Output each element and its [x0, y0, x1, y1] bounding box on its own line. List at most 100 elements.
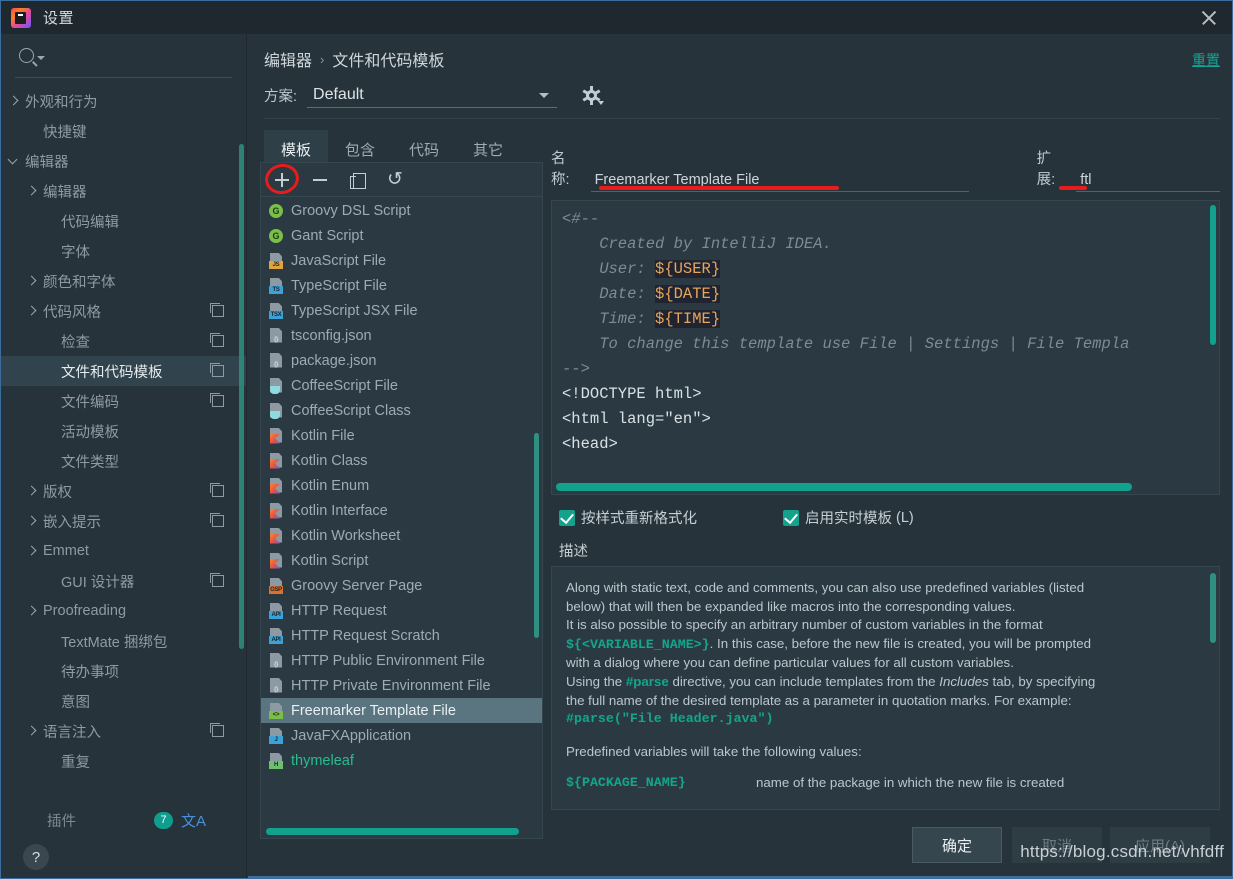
- reformat-checkbox[interactable]: [559, 509, 575, 526]
- sidebar-item-1[interactable]: 快捷键: [1, 116, 246, 146]
- revert-template-button[interactable]: ↺: [387, 170, 403, 189]
- html-file-icon: H: [269, 752, 285, 769]
- sidebar-scrollbar[interactable]: [239, 144, 244, 649]
- sidebar-item-4[interactable]: 代码编辑: [1, 206, 246, 236]
- copy-indicator-icon: [209, 722, 224, 737]
- template-list-vscrollbar[interactable]: [534, 433, 539, 638]
- chevron-right-icon[interactable]: [25, 724, 39, 738]
- sidebar-item-20[interactable]: 意图: [1, 686, 246, 716]
- desc-line-6-c: tab, by specifying: [988, 673, 1096, 689]
- template-list-item[interactable]: TS TypeScript File: [261, 273, 542, 298]
- sidebar-item-15[interactable]: Emmet: [1, 536, 246, 566]
- add-template-button[interactable]: [273, 171, 291, 189]
- sidebar-item-19[interactable]: 待办事项: [1, 656, 246, 686]
- sidebar-item-9[interactable]: 文件和代码模板: [1, 356, 246, 386]
- sidebar-item-14[interactable]: 嵌入提示: [1, 506, 246, 536]
- template-code-editor[interactable]: <#-- Created by IntelliJ IDEA. User: ${U…: [551, 200, 1220, 495]
- search-input[interactable]: [51, 48, 232, 63]
- template-list-item[interactable]: G Gant Script: [261, 223, 542, 248]
- chevron-right-icon[interactable]: [25, 184, 39, 198]
- sidebar-item-18[interactable]: TextMate 捆绑包: [1, 626, 246, 656]
- sidebar-item-8[interactable]: 检查: [1, 326, 246, 356]
- template-list-item[interactable]: API HTTP Request: [261, 598, 542, 623]
- sidebar-item-17[interactable]: Proofreading: [1, 596, 246, 626]
- template-list-item[interactable]: API HTTP Request Scratch: [261, 623, 542, 648]
- chevron-down-icon[interactable]: [7, 154, 21, 168]
- template-list-item[interactable]: G Groovy DSL Script: [261, 198, 542, 223]
- sidebar-item-11[interactable]: 活动模板: [1, 416, 246, 446]
- chevron-right-icon[interactable]: [25, 304, 39, 318]
- code-line-user-label: User:: [562, 260, 656, 278]
- live-template-checkbox[interactable]: [783, 509, 799, 526]
- template-list-item[interactable]: CoffeeScript Class: [261, 398, 542, 423]
- sidebar-item-6[interactable]: 颜色和字体: [1, 266, 246, 296]
- template-extension-input[interactable]: ftl: [1076, 172, 1220, 192]
- template-list-item[interactable]: JS JavaScript File: [261, 248, 542, 273]
- chevron-right-icon[interactable]: [7, 94, 21, 108]
- template-list-item[interactable]: Kotlin Enum: [261, 473, 542, 498]
- template-list-item[interactable]: Kotlin Worksheet: [261, 523, 542, 548]
- sidebar-item-label: 语言注入: [43, 724, 101, 741]
- remove-template-button[interactable]: [311, 171, 329, 189]
- template-list-item[interactable]: {} HTTP Public Environment File: [261, 648, 542, 673]
- close-icon[interactable]: [1200, 9, 1218, 27]
- sidebar-item-21[interactable]: 语言注入: [1, 716, 246, 746]
- scheme-row: 方案: Default: [264, 82, 605, 108]
- settings-sidebar: 外观和行为 快捷键 编辑器 编辑器 代码编辑 字体 颜色和字体 代码风格 检查 文件和代码模板 文件…: [1, 34, 247, 878]
- settings-content: 编辑器 › 文件和代码模板 重置 方案: Default 模板包含代码其它: [248, 34, 1232, 878]
- template-list-item[interactable]: {} tsconfig.json: [261, 323, 542, 348]
- chevron-right-icon[interactable]: [25, 514, 39, 528]
- name-extension-row: 名称: Freemarker Template File 扩展: ftl: [551, 151, 1220, 192]
- language-icon[interactable]: 文A: [181, 810, 206, 831]
- sidebar-item-plugins[interactable]: 插件 7 文A: [1, 805, 246, 835]
- desc-line-6-a: Using the: [566, 673, 626, 689]
- sidebar-item-label: 代码编辑: [61, 214, 119, 231]
- desc-variable-format: ${<VARIABLE_NAME>}: [566, 636, 710, 652]
- sidebar-item-22[interactable]: 重复: [1, 746, 246, 776]
- sidebar-item-7[interactable]: 代码风格: [1, 296, 246, 326]
- template-list-item[interactable]: Hthymeleaf: [261, 748, 542, 773]
- breadcrumb-item-editor[interactable]: 编辑器: [264, 47, 312, 71]
- template-list-item[interactable]: TSX TypeScript JSX File: [261, 298, 542, 323]
- ok-button[interactable]: 确定: [912, 827, 1002, 863]
- chevron-right-icon[interactable]: [25, 274, 39, 288]
- sidebar-item-10[interactable]: 文件编码: [1, 386, 246, 416]
- sidebar-item-3[interactable]: 编辑器: [1, 176, 246, 206]
- template-list-item[interactable]: Kotlin Script: [261, 548, 542, 573]
- template-list-item-label: Kotlin Script: [291, 552, 369, 569]
- gear-icon[interactable]: [582, 85, 605, 105]
- template-list-item[interactable]: CoffeeScript File: [261, 373, 542, 398]
- template-list-item[interactable]: <> Freemarker Template File: [261, 698, 542, 723]
- sidebar-item-12[interactable]: 文件类型: [1, 446, 246, 476]
- copy-template-button[interactable]: [349, 171, 367, 189]
- coffee-file-icon: [269, 377, 285, 394]
- chevron-right-icon[interactable]: [25, 544, 39, 558]
- chevron-right-icon[interactable]: [25, 604, 39, 618]
- template-list-item[interactable]: Kotlin Class: [261, 448, 542, 473]
- copy-indicator-icon: [209, 512, 224, 527]
- sidebar-item-5[interactable]: 字体: [1, 236, 246, 266]
- sidebar-search[interactable]: [15, 34, 232, 78]
- description-vscrollbar[interactable]: [1210, 573, 1216, 643]
- groovy-file-icon: G: [269, 203, 285, 219]
- template-list-item[interactable]: {} package.json: [261, 348, 542, 373]
- sidebar-item-0[interactable]: 外观和行为: [1, 86, 246, 116]
- reset-link[interactable]: 重置: [1192, 50, 1220, 70]
- template-list-item[interactable]: J JavaFXApplication: [261, 723, 542, 748]
- template-list-item[interactable]: GSP Groovy Server Page: [261, 573, 542, 598]
- template-list-item[interactable]: {} HTTP Private Environment File: [261, 673, 542, 698]
- code-var-user: ${USER}: [655, 260, 721, 278]
- chevron-right-icon[interactable]: [25, 484, 39, 498]
- scheme-dropdown[interactable]: Default: [307, 82, 558, 108]
- sidebar-item-13[interactable]: 版权: [1, 476, 246, 506]
- editor-hscrollbar[interactable]: [556, 483, 1132, 491]
- desc-line-4-rest: . In this case, before the new file is c…: [709, 635, 1092, 651]
- sidebar-item-label: Emmet: [43, 543, 89, 559]
- chevron-down-icon[interactable]: [37, 56, 45, 60]
- sidebar-item-2[interactable]: 编辑器: [1, 146, 246, 176]
- help-button[interactable]: ?: [23, 844, 49, 870]
- template-list-item[interactable]: Kotlin File: [261, 423, 542, 448]
- template-list-item[interactable]: Kotlin Interface: [261, 498, 542, 523]
- sidebar-item-16[interactable]: GUI 设计器: [1, 566, 246, 596]
- editor-vscrollbar[interactable]: [1210, 205, 1216, 345]
